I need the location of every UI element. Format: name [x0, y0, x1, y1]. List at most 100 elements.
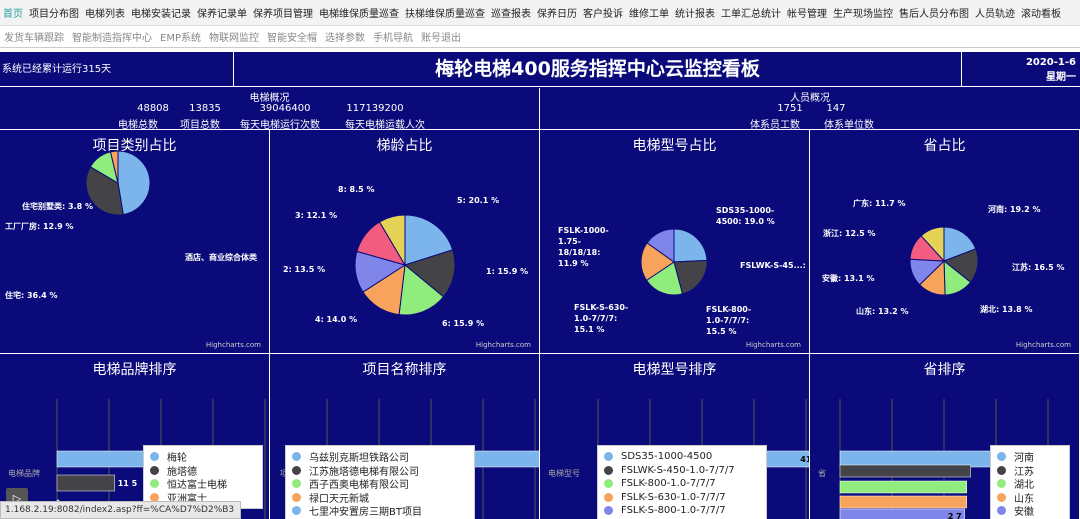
nav-item[interactable]: 扶梯维保质量巡查	[402, 5, 488, 20]
main-nav: 首页 项目分布图 电梯列表 电梯安装记录 保养记录单 保养项目管理 电梯维保质量巡查 扶梯维保…	[0, 0, 1080, 26]
pie-label: 6: 15.9 %	[442, 319, 484, 328]
project-count-label: 项目总数	[180, 120, 220, 131]
subnav-item[interactable]: 智能安全帽	[263, 29, 321, 44]
nav-item[interactable]: 滚动看板	[1018, 5, 1064, 20]
running-days: 系统已经累计运行315天	[0, 52, 234, 87]
bar[interactable]	[839, 508, 965, 519]
legend-item[interactable]: 施塔德	[150, 464, 256, 478]
legend-dot-icon	[292, 492, 301, 502]
subnav-item[interactable]: EMP系统	[156, 29, 205, 44]
bar[interactable]	[839, 464, 971, 478]
pie-label: 1: 15.9 %	[486, 267, 528, 276]
staff-count-label: 体系员工数	[750, 120, 800, 131]
nav-item[interactable]: 生产现场监控	[830, 5, 896, 20]
pie-chart-project-type: 酒店、商业综合体类住宅: 36.4 % 工厂厂房: 12.9 % 住宅别墅类: 3.…	[5, 150, 257, 300]
legend-item[interactable]: 乌兹别克斯坦铁路公司	[292, 450, 468, 464]
nav-item[interactable]: 电梯安装记录	[128, 5, 194, 20]
legend-item[interactable]: 西子西奥电梯有限公司	[292, 477, 468, 491]
nav-item[interactable]: 首页	[0, 5, 26, 20]
page-title: 梅轮电梯400服务指挥中心云监控看板	[234, 52, 962, 87]
elevator-count: 48808	[137, 103, 169, 114]
pie-label: FSLWK-S-45...:	[740, 261, 806, 270]
nav-item[interactable]: 人员轨迹	[972, 5, 1018, 20]
legend-item[interactable]: 山东	[997, 491, 1063, 505]
nav-item[interactable]: 统计报表	[672, 5, 718, 20]
pie-slice[interactable]	[117, 150, 151, 216]
daily-passengers-label: 每天电梯运载人次	[345, 120, 425, 131]
bar[interactable]	[839, 480, 967, 494]
nav-item[interactable]: 保养日历	[534, 5, 580, 20]
people-overview: 人员概况 1751 体系员工数 147 体系单位数	[540, 88, 1080, 131]
status-bar-url: 1.168.2.19:8082/index2.asp?ff=%CA%D7%D2%…	[0, 501, 242, 519]
nav-item[interactable]: 项目分布图	[26, 5, 82, 20]
bar-value-label: 2 7	[948, 512, 962, 519]
subnav-item[interactable]: 选择参数	[321, 29, 369, 44]
legend-dot-icon	[997, 492, 1006, 502]
pie-label: 山东: 13.2 %	[856, 306, 909, 316]
legend-item[interactable]: 禄口天元新城	[292, 491, 468, 505]
legend-item[interactable]: FSLK-800-1.0-7/7/7	[604, 477, 760, 491]
legend-dot-icon	[292, 479, 301, 489]
legend-item[interactable]: SDS35-1000-4500	[604, 450, 760, 464]
subnav-item[interactable]: 手机导航	[369, 29, 417, 44]
legend-dot-icon	[292, 452, 301, 462]
bar[interactable]	[56, 474, 115, 492]
legend-item[interactable]: FSLWK-S-450-1.0-7/7/7	[604, 464, 760, 478]
legend-item[interactable]: 河南	[997, 450, 1063, 464]
legend-dot-icon	[292, 465, 301, 475]
nav-item[interactable]: 保养项目管理	[250, 5, 316, 20]
legend-item[interactable]: FSLK-S-630-1.0-7/7/7	[604, 491, 760, 505]
nav-item[interactable]: 售后人员分布图	[896, 5, 972, 20]
chart-credit: Highcharts.com	[205, 341, 261, 349]
pie-chart-province: 河南: 19.2 % 江苏: 16.5 % 湖北: 13.8 % 山东: 13.2 %…	[822, 198, 1065, 316]
people-overview-title: 人员概况	[790, 93, 830, 104]
legend-item[interactable]: 恒达富士电梯	[150, 477, 256, 491]
pie-label: 1.0-7/7/7:	[574, 314, 617, 323]
legend-dot-icon	[997, 465, 1006, 475]
bar-value-label: 416	[800, 455, 810, 464]
subnav-item[interactable]: 物联网监控	[205, 29, 263, 44]
legend-item[interactable]: 江苏	[997, 464, 1063, 478]
legend-item[interactable]: 七里冲安置房三期BT项目	[292, 504, 468, 518]
pie-label: 5: 20.1 %	[457, 196, 499, 205]
nav-item[interactable]: 电梯列表	[82, 5, 128, 20]
unit-count-label: 体系单位数	[824, 120, 874, 131]
pie-chart-elevator-model: SDS35-1000- 4500: 19.0 % FSLWK-S-45...: FSL…	[558, 206, 806, 336]
elevator-overview: 电梯概况 48808 电梯总数 13835 项目总数 39046400 每天电梯…	[0, 88, 540, 131]
pie-label: 8: 8.5 %	[338, 185, 375, 194]
legend-label: FSLK-800-1.0-7/7/7	[621, 478, 716, 490]
nav-item[interactable]: 客户投诉	[580, 5, 626, 20]
subnav-item[interactable]: 发货车辆跟踪	[0, 29, 68, 44]
nav-item[interactable]: 维修工单	[626, 5, 672, 20]
legend-dot-icon	[150, 452, 159, 462]
elevator-overview-title: 电梯概况	[249, 93, 290, 104]
pie-slice[interactable]	[673, 228, 708, 263]
nav-item[interactable]: 帐号管理	[784, 5, 830, 20]
daily-runs: 39046400	[259, 103, 311, 114]
pie-label: FSLK-1000-	[558, 226, 609, 235]
pie-label: 4500: 19.0 %	[716, 217, 775, 226]
legend-dot-icon	[150, 479, 159, 489]
sub-nav: 发货车辆跟踪 智能制造指挥中心 EMP系统 物联网监控 智能安全帽 选择参数 手机导航 账号退…	[0, 26, 1080, 48]
nav-item[interactable]: 保养记录单	[194, 5, 250, 20]
legend-item[interactable]: FSLK-S-800-1.0-7/7/7	[604, 504, 760, 518]
nav-item[interactable]: 巡查报表	[488, 5, 534, 20]
nav-item[interactable]: 工单汇总统计	[718, 5, 784, 20]
legend-dot-icon	[150, 465, 159, 475]
pie-label: 酒店、商业综合体类	[185, 252, 257, 262]
nav-item[interactable]: 电梯维保质量巡查	[316, 5, 402, 20]
legend-label: FSLWK-S-450-1.0-7/7/7	[621, 464, 735, 476]
legend-item[interactable]: 湖北	[997, 477, 1063, 491]
legend-item[interactable]: 江苏施塔德电梯有限公司	[292, 464, 468, 478]
chart-elevator-model: 电梯型号占比 SDS35-1000- 4500: 19.0 % FSLWK-S-45…	[540, 130, 810, 354]
subnav-item[interactable]: 智能制造指挥中心	[68, 29, 156, 44]
pie-label: 河南: 19.2 %	[988, 204, 1041, 214]
legend-item[interactable]: 安徽	[997, 504, 1063, 518]
subnav-item[interactable]: 账号退出	[417, 29, 465, 44]
dashboard: 系统已经累计运行315天 梅轮电梯400服务指挥中心云监控看板 2020-1-6…	[0, 52, 1080, 519]
unit-count: 147	[826, 103, 846, 114]
legend-dot-icon	[292, 506, 301, 516]
bar[interactable]	[839, 495, 967, 509]
legend-item[interactable]: 梅轮	[150, 450, 256, 464]
pie-label: 浙江: 12.5 %	[823, 228, 876, 238]
